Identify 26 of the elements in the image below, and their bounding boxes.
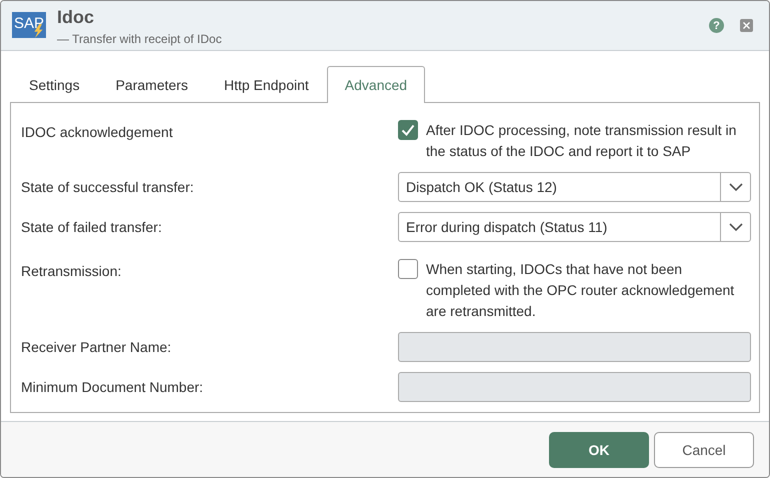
field-label: IDOC acknowledgement <box>21 123 174 140</box>
window-subtitle: — Transfer with receipt of IDoc <box>57 32 223 46</box>
tab[interactable]: Advanced <box>326 66 426 103</box>
close-icon <box>743 22 750 29</box>
field-label: State of successful transfer: <box>21 179 195 195</box>
field-label: Retransmission: <box>21 262 122 279</box>
checkbox[interactable] <box>398 259 418 279</box>
checkbox[interactable] <box>398 120 418 140</box>
ok-button[interactable]: OK <box>549 432 649 468</box>
field-label: Minimum Document Number: <box>21 379 204 395</box>
tab[interactable]: Parameters <box>98 66 206 103</box>
checkbox-label: After IDOC processing, note transmission result in the status of the IDOC and report it to SAP <box>426 121 738 161</box>
tab[interactable]: Settings <box>11 66 98 103</box>
checkbox-label: When starting, IDOCs that have not been completed with the OPC router acknowledgement are retransmitted. <box>426 260 736 321</box>
logo: SAP <box>12 12 46 38</box>
field-label: State of failed transfer: <box>21 219 163 235</box>
dropdown[interactable]: Dispatch OK (Status 12) <box>398 172 751 202</box>
chevron-down-icon <box>728 223 742 231</box>
tab[interactable]: Http Endpoint <box>206 66 327 103</box>
field-label: Receiver Partner Name: <box>21 339 172 355</box>
window-title: Idoc <box>57 7 96 28</box>
chevron-down-icon <box>728 183 742 191</box>
dropdown[interactable]: Error during dispatch (Status 11) <box>398 212 751 242</box>
checkmark-icon <box>401 124 415 136</box>
close-button[interactable] <box>740 19 753 32</box>
cancel-button[interactable]: Cancel <box>654 432 754 468</box>
